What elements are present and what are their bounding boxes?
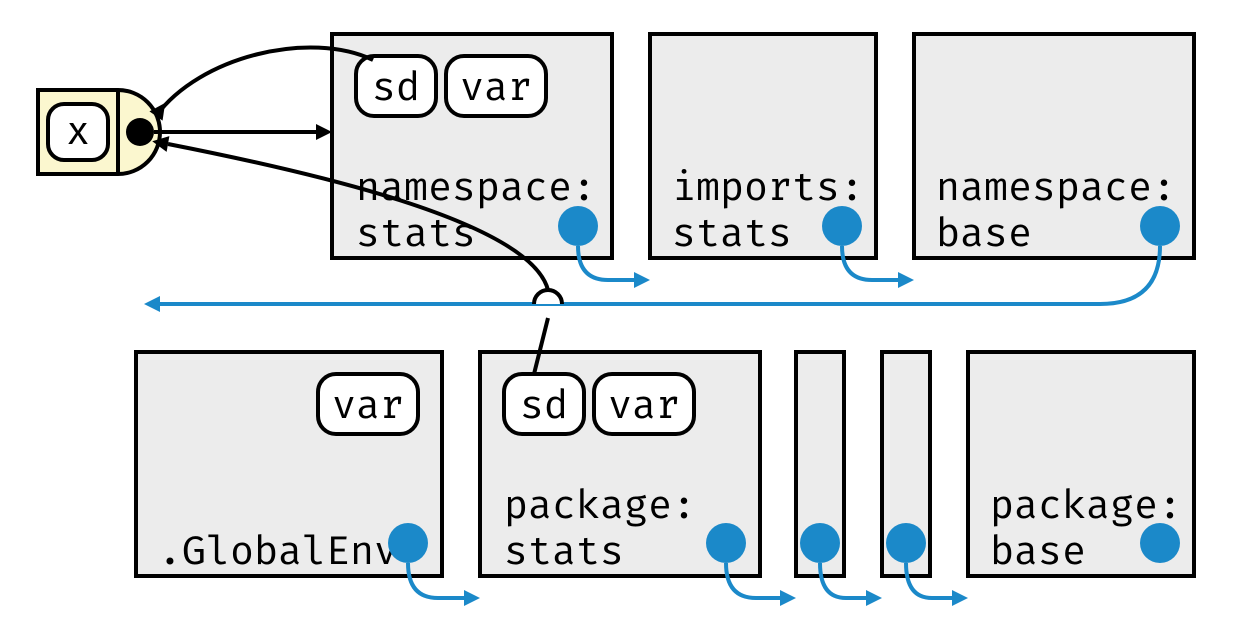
pill-label: var [332,381,404,429]
pill-label: sd [520,381,568,429]
parent-pointer-dot [822,206,862,246]
box-title-line1: .GlobalEnv [158,527,398,575]
pill-label: var [608,381,680,429]
box-package-stats: sd var package: stats [480,352,760,576]
box-namespace-base: namespace: base [914,34,1194,258]
box-package-base: package: base [968,352,1194,576]
box-title-line1: namespace: [356,163,596,211]
box-spacer-2 [882,352,930,576]
parent-pointer-dot [1140,206,1180,246]
box-title-line2: stats [672,209,792,257]
box-title-line1: package: [990,481,1182,529]
arrow-head-icon [898,272,914,288]
arrow-head-icon [464,590,480,606]
box-title-line2: stats [356,209,476,257]
arrow-head-icon [952,590,968,606]
box-namespace-stats: sd var namespace: stats [332,34,612,258]
closure-object: x [38,90,160,174]
box-globalenv: var .GlobalEnv [136,352,442,576]
box-title-line2: base [990,527,1086,575]
box-title-line1: namespace: [936,163,1176,211]
arrow-head-icon [866,590,882,606]
box-spacer-1 [796,352,844,576]
closure-arg-label: x [66,107,90,155]
box-title-line2: base [936,209,1032,257]
parent-pointer-dot [558,206,598,246]
pill-label: sd [372,63,420,111]
environment-diagram: sd var namespace: stats imports: stats n… [0,0,1240,625]
arrow-head-icon [634,272,650,288]
arrow-head-icon [780,590,796,606]
arrow-head-icon [144,296,160,312]
parent-pointer-dot [886,523,926,563]
parent-pointer-dot [1140,523,1180,563]
parent-pointer-dot [706,523,746,563]
box-imports-stats: imports: stats [650,34,876,258]
parent-pointer-dot [388,523,428,563]
arrow-head-icon [316,124,332,140]
box-title-line2: stats [504,527,624,575]
box-title-line1: package: [504,481,696,529]
pill-label: var [460,63,532,111]
parent-pointer-dot [800,523,840,563]
box-title-line1: imports: [672,163,864,211]
closure-env-dot [126,118,154,146]
